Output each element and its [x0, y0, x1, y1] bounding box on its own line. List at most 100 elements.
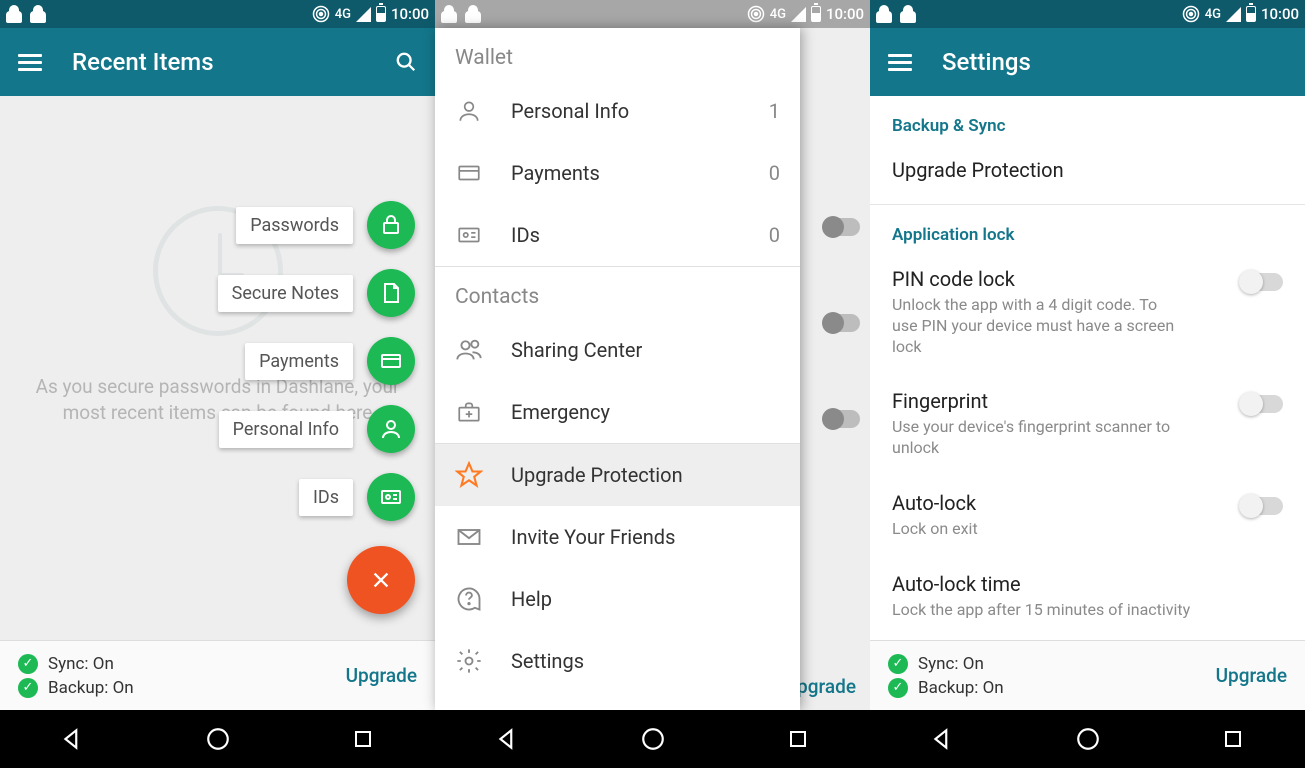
fab-label-personal-info: Personal Info: [219, 411, 353, 448]
home-icon[interactable]: [640, 726, 666, 752]
back-icon[interactable]: [495, 726, 521, 752]
section-backup-sync: Backup & Sync: [870, 96, 1305, 144]
setting-upgrade-protection[interactable]: Upgrade Protection: [870, 144, 1305, 204]
upgrade-link[interactable]: Upgrade: [346, 664, 417, 687]
backup-status: Backup: On: [48, 678, 134, 698]
settings-body: Backup & Sync Upgrade Protection Applica…: [870, 96, 1305, 640]
check-icon: ✓: [888, 678, 908, 698]
menu-button[interactable]: [18, 54, 42, 71]
drawer-count: 0: [769, 161, 780, 185]
home-icon[interactable]: [205, 726, 231, 752]
back-icon[interactable]: [60, 726, 86, 752]
signal-icon: [356, 7, 371, 22]
toggle[interactable]: [824, 218, 860, 236]
bottom-strip: ✓Sync: On ✓Backup: On Upgrade: [870, 640, 1305, 710]
drawer-item-upgrade-protection[interactable]: Upgrade Protection: [435, 444, 800, 506]
toggle-pin[interactable]: [1241, 273, 1283, 291]
drawer-label: IDs: [511, 223, 540, 247]
drawer-item-ids[interactable]: IDs 0: [435, 204, 800, 266]
fab-close[interactable]: [347, 546, 415, 614]
drawer-item-help[interactable]: Help: [435, 568, 800, 630]
drawer-label: Sharing Center: [511, 338, 642, 362]
drawer-label: Upgrade Protection: [511, 463, 683, 487]
back-icon[interactable]: [930, 726, 956, 752]
toggle-fingerprint[interactable]: [1241, 395, 1283, 413]
hotspot-icon: [747, 5, 765, 23]
drawer-label: Help: [511, 587, 552, 611]
fab-personal-info[interactable]: [367, 405, 415, 453]
setting-subtitle: Lock the app after 15 minutes of inactiv…: [892, 600, 1223, 621]
signal-icon: [1226, 7, 1241, 22]
debug-icon: [30, 5, 46, 23]
menu-button[interactable]: [888, 54, 912, 71]
drawer-label: Payments: [511, 161, 600, 185]
drawer-item-payments[interactable]: Payments 0: [435, 142, 800, 204]
setting-title: Fingerprint: [892, 389, 1181, 413]
debug-icon: [6, 5, 22, 23]
recents-icon[interactable]: [351, 727, 375, 751]
person-icon: [455, 97, 483, 125]
fab-menu: Passwords Secure Notes Payments Personal…: [218, 201, 415, 521]
setting-pin-lock[interactable]: PIN code lock Unlock the app with a 4 di…: [870, 253, 1305, 375]
id-icon: [455, 221, 483, 249]
setting-subtitle: Use your device's fingerprint scanner to…: [892, 417, 1181, 459]
drawer-item-invite[interactable]: Invite Your Friends: [435, 506, 800, 568]
signal-icon: [791, 7, 806, 22]
close-icon: [370, 569, 392, 591]
fab-passwords[interactable]: [367, 201, 415, 249]
setting-autolock[interactable]: Auto-lock Lock on exit: [870, 477, 1305, 558]
sync-status: Sync: On: [48, 654, 114, 674]
nav-bar: [870, 710, 1305, 768]
drawer-section-contacts: Contacts: [435, 267, 800, 319]
network-label: 4G: [770, 7, 786, 22]
people-icon: [455, 336, 483, 364]
drawer-item-emergency[interactable]: Emergency: [435, 381, 800, 443]
debug-icon: [465, 5, 481, 23]
drawer-count: 0: [769, 223, 780, 247]
status-bar: 4G 10:00: [435, 0, 870, 28]
sync-status: Sync: On: [918, 654, 984, 674]
clock: 10:00: [1261, 5, 1299, 23]
bottom-strip: ✓Sync: On ✓Backup: On Upgrade: [0, 640, 435, 710]
person-icon: [379, 417, 403, 441]
search-icon[interactable]: [395, 51, 417, 73]
nav-bar: [0, 710, 435, 768]
toggle[interactable]: [824, 314, 860, 332]
setting-subtitle: Unlock the app with a 4 digit code. To u…: [892, 295, 1181, 357]
setting-title: Auto-lock time: [892, 572, 1223, 596]
drawer-label: Personal Info: [511, 99, 629, 123]
upgrade-link[interactable]: Upgrade: [1216, 664, 1287, 687]
drawer-item-settings[interactable]: Settings: [435, 630, 800, 692]
setting-title: Upgrade Protection: [892, 158, 1223, 182]
debug-icon: [441, 5, 457, 23]
fab-secure-notes[interactable]: [367, 269, 415, 317]
help-icon: [455, 585, 483, 613]
card-icon: [379, 349, 403, 373]
nav-bar: [435, 710, 870, 768]
home-icon[interactable]: [1075, 726, 1101, 752]
page-title: Settings: [942, 48, 1287, 76]
hotspot-icon: [312, 5, 330, 23]
clock: 10:00: [826, 5, 864, 23]
setting-title: PIN code lock: [892, 267, 1181, 291]
status-bar: 4G 10:00: [870, 0, 1305, 28]
fab-ids[interactable]: [367, 473, 415, 521]
fab-label-ids: IDs: [299, 479, 353, 516]
recents-icon[interactable]: [1221, 727, 1245, 751]
setting-fingerprint[interactable]: Fingerprint Use your device's fingerprin…: [870, 375, 1305, 477]
toolbar: Settings: [870, 28, 1305, 96]
fab-label-passwords: Passwords: [236, 207, 353, 244]
phone-settings: 4G 10:00 Settings Backup & Sync Upgrade …: [870, 0, 1305, 768]
toggle-autolock[interactable]: [1241, 497, 1283, 515]
drawer-item-sharing[interactable]: Sharing Center: [435, 319, 800, 381]
setting-autolock-time[interactable]: Auto-lock time Lock the app after 15 min…: [870, 558, 1305, 639]
drawer-item-personal-info[interactable]: Personal Info 1: [435, 80, 800, 142]
section-application-lock: Application lock: [870, 205, 1305, 253]
fab-payments[interactable]: [367, 337, 415, 385]
network-label: 4G: [1205, 7, 1221, 22]
recents-icon[interactable]: [786, 727, 810, 751]
toolbar: Recent Items: [0, 28, 435, 96]
toggle[interactable]: [824, 410, 860, 428]
fab-label-payments: Payments: [245, 343, 353, 380]
backup-status: Backup: On: [918, 678, 1004, 698]
